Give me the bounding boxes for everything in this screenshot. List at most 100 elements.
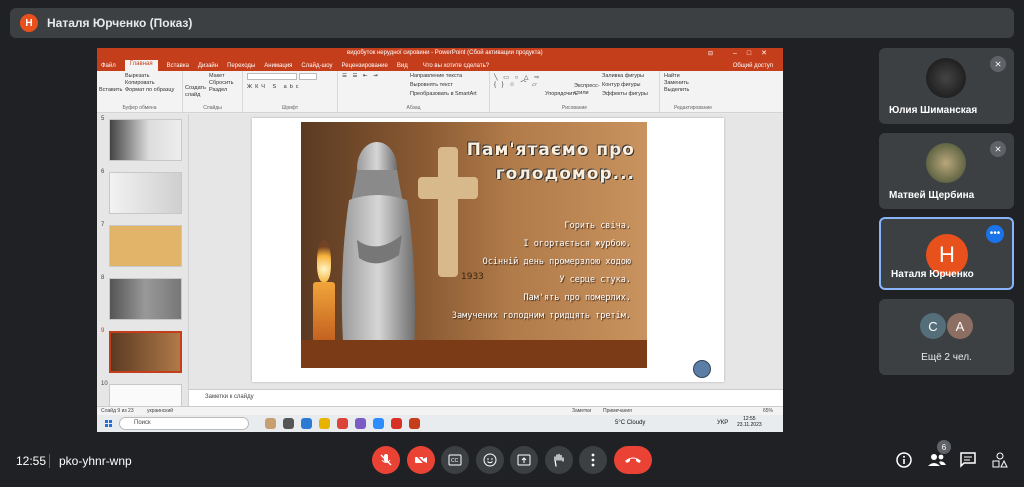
- slide-thumbnail[interactable]: [109, 172, 182, 214]
- slide-picture: 1933 Пам'ятаємо про голодомор... Горить …: [301, 122, 647, 368]
- reset-button[interactable]: Сбросить: [209, 80, 238, 87]
- find-button[interactable]: Найти: [664, 73, 722, 80]
- explorer-icon[interactable]: [319, 418, 330, 429]
- meeting-details-button[interactable]: [896, 452, 912, 471]
- mic-off-button[interactable]: [372, 446, 400, 474]
- widget-icon[interactable]: [265, 418, 276, 429]
- chrome-icon[interactable]: [337, 418, 348, 429]
- paste-button[interactable]: Вставить: [99, 87, 122, 94]
- more-options-icon[interactable]: •••: [986, 225, 1004, 243]
- presenter-cursor-dot: [693, 360, 711, 378]
- powerpoint-icon[interactable]: [409, 418, 420, 429]
- windows-start-icon[interactable]: [105, 420, 112, 427]
- thumbnail-number: 10: [101, 381, 108, 387]
- editing-group: Найти Заменить Выделить Редактирование: [660, 71, 726, 112]
- captions-button[interactable]: CC: [441, 446, 469, 474]
- camera-off-button[interactable]: [407, 446, 435, 474]
- reactions-button[interactable]: [476, 446, 504, 474]
- emoji-icon: [483, 453, 497, 467]
- slide-thumbnail-selected[interactable]: [109, 331, 182, 373]
- taskbar-clock[interactable]: 12:55 23.11.2023: [737, 416, 762, 428]
- font-size-select[interactable]: [299, 73, 317, 80]
- share-button[interactable]: Общий доступ: [733, 63, 773, 69]
- leave-call-button[interactable]: [614, 446, 652, 474]
- section-button[interactable]: Раздел: [209, 87, 238, 94]
- activities-button[interactable]: [992, 452, 1008, 471]
- font-format-buttons[interactable]: ЖКЧ S abc: [247, 84, 333, 91]
- slide-thumbnails-pane[interactable]: 5 6 7 8 9 10: [97, 114, 189, 426]
- task-view-icon[interactable]: [283, 418, 294, 429]
- layout-button[interactable]: Макет: [209, 73, 238, 80]
- slide-heading: Пам'ятаємо про голодомор...: [467, 138, 635, 186]
- comments-toggle[interactable]: Примечания: [603, 408, 632, 414]
- thumbnail-row[interactable]: 6: [97, 169, 189, 219]
- tab-design[interactable]: Дизайн: [198, 63, 218, 69]
- arrange-button[interactable]: Упорядочить: [545, 91, 578, 98]
- window-controls[interactable]: –□✕: [733, 49, 777, 57]
- paragraph-group: Направление текста Выровнять текст Преоб…: [338, 71, 490, 112]
- present-icon: [517, 454, 531, 466]
- slide-thumbnail[interactable]: [109, 278, 182, 320]
- tell-me-input[interactable]: Что вы хотите сделать?: [423, 63, 489, 69]
- divider: [49, 454, 50, 468]
- format-painter-button[interactable]: Формат по образцу: [125, 87, 178, 94]
- cut-button[interactable]: Вырезать: [125, 73, 178, 80]
- zoom-level[interactable]: 65%: [763, 408, 773, 414]
- language-indicator[interactable]: УКР: [717, 420, 728, 426]
- thumbnail-row[interactable]: 5: [97, 116, 189, 166]
- slide-thumbnail[interactable]: [109, 225, 182, 267]
- quick-styles-button[interactable]: Экспресс-стили: [574, 83, 600, 97]
- present-button[interactable]: [510, 446, 538, 474]
- smartart-button[interactable]: Преобразовать в SmartArt: [410, 91, 477, 98]
- thumbnail-row[interactable]: 7: [97, 222, 189, 272]
- edge-icon[interactable]: [301, 418, 312, 429]
- participant-tile[interactable]: ⨯ Юлия Шиманская: [879, 48, 1014, 124]
- viber-icon[interactable]: [355, 418, 366, 429]
- tab-animation[interactable]: Анимация: [264, 63, 292, 69]
- notes-toggle[interactable]: Заметки: [572, 408, 591, 414]
- clipboard-label: Буфер обмена: [122, 105, 157, 111]
- text-direction-button[interactable]: Направление текста: [410, 73, 462, 80]
- font-name-select[interactable]: [247, 73, 297, 80]
- thumbnail-row[interactable]: 8: [97, 275, 189, 325]
- slide-thumbnail[interactable]: [109, 119, 182, 161]
- shape-effects-button[interactable]: Эффекты фигуры: [602, 91, 648, 98]
- participant-avatar: С: [920, 313, 946, 339]
- thumbnail-row[interactable]: 9: [97, 328, 189, 378]
- tab-view[interactable]: Вид: [397, 63, 408, 69]
- copy-button[interactable]: Копировать: [125, 80, 178, 87]
- participants-button[interactable]: [928, 452, 946, 471]
- more-options-button[interactable]: [579, 446, 607, 474]
- raise-hand-button[interactable]: [545, 446, 573, 474]
- shape-outline-button[interactable]: Контур фигуры: [602, 82, 640, 89]
- tab-slideshow[interactable]: Слайд-шоу: [301, 63, 332, 69]
- others-tile[interactable]: С А Ещё 2 чел.: [879, 299, 1014, 375]
- chrome-2-icon[interactable]: [391, 418, 402, 429]
- tab-transitions[interactable]: Переходы: [227, 63, 255, 69]
- chat-button[interactable]: [960, 452, 976, 471]
- replace-button[interactable]: Заменить: [664, 80, 722, 87]
- slide-bottom-bar: [301, 340, 647, 368]
- poem-line: Замучених голодним тридцять третім.: [451, 311, 631, 321]
- tab-file[interactable]: Файл: [101, 63, 116, 69]
- tab-insert[interactable]: Вставка: [167, 63, 189, 69]
- shapes-gallery[interactable]: ╲ ▭ ○ △ ⇨{ } ☆ ⌒ ▱: [494, 75, 541, 89]
- new-slide-button[interactable]: Создать слайд: [185, 85, 206, 99]
- presenter-bar: Н Наталя Юрченко (Показ): [10, 8, 1014, 38]
- shape-fill-button[interactable]: Заливка фигуры: [602, 73, 644, 80]
- meeting-time: 12:55: [16, 454, 47, 468]
- align-text-button[interactable]: Выровнять текст: [410, 82, 453, 89]
- paragraph-label: Абзац: [406, 105, 421, 111]
- select-button[interactable]: Выделить: [664, 87, 722, 94]
- tab-review[interactable]: Рецензирование: [342, 63, 388, 69]
- taskbar-search[interactable]: Поиск: [119, 417, 249, 430]
- weather-widget[interactable]: 5°C Cloudy: [615, 420, 645, 426]
- participant-tile[interactable]: ⨯ Матвей Щербина: [879, 133, 1014, 209]
- participant-tile-active[interactable]: Н ••• Наталя Юрченко: [879, 217, 1014, 290]
- notes-pane[interactable]: Заметки к слайду: [189, 389, 783, 406]
- tab-home[interactable]: Главная: [124, 60, 158, 71]
- zoom-icon[interactable]: [373, 418, 384, 429]
- status-slide-count: Слайд 9 из 23: [101, 408, 134, 414]
- font-label: Шрифт: [281, 105, 299, 111]
- current-slide[interactable]: 1933 Пам'ятаємо про голодомор... Горить …: [252, 118, 724, 382]
